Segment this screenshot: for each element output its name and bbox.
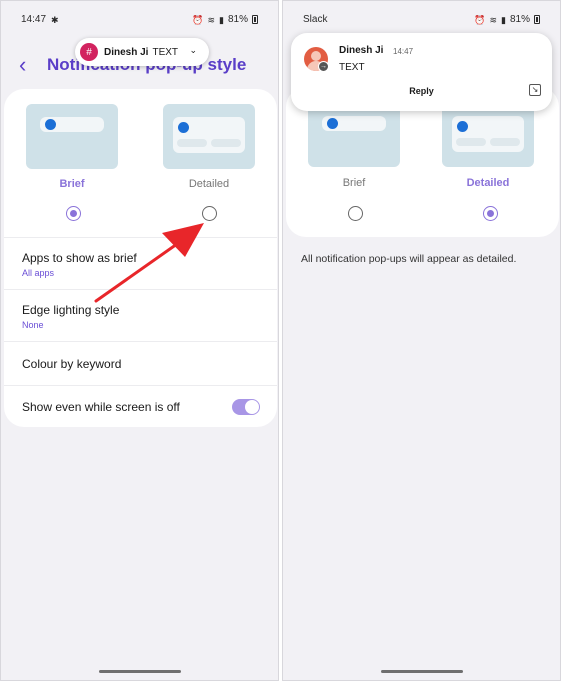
expand-icon[interactable]: ↘ [529, 84, 541, 96]
notification-time: 14:47 [393, 47, 414, 56]
notification-text: TEXT [339, 62, 365, 73]
signal-icon: ▮ [501, 14, 506, 25]
battery-icon [534, 15, 540, 24]
preview-dot [457, 121, 468, 132]
info-text: All notification pop-ups will appear as … [301, 253, 517, 265]
detailed-radio[interactable] [483, 206, 498, 221]
wifi-icon: ≋ [489, 14, 498, 25]
left-phone-screen: 14:47 ✱ ⏰ ≋ ▮ 81% # Dinesh Ji TEXT ⌄ ‹ N… [0, 0, 279, 681]
status-app-name: Slack [303, 14, 328, 25]
alarm-icon: ⏰ [474, 14, 486, 25]
battery-percent: 81% [509, 14, 530, 25]
preview-sub [456, 138, 486, 146]
detailed-notification-popup[interactable]: → Dinesh Ji 14:47 TEXT Reply ↘ [291, 33, 552, 111]
brief-radio[interactable] [348, 206, 363, 221]
annotation-arrow [94, 223, 204, 303]
reply-badge-icon: → [318, 61, 329, 72]
status-bar: Slack ⏰ ≋ ▮ 81% [283, 1, 560, 37]
detailed-label: Detailed [466, 177, 510, 189]
right-phone-screen: Slack ⏰ ≋ ▮ 81% → Dinesh Ji 14:47 TEXT R… [282, 0, 561, 681]
preview-sub [490, 138, 520, 146]
brief-label: Brief [342, 177, 366, 189]
reply-button[interactable]: Reply [291, 86, 552, 96]
gesture-bar[interactable] [380, 670, 463, 673]
notification-sender: Dinesh Ji [339, 45, 384, 56]
preview-dot [327, 118, 338, 129]
